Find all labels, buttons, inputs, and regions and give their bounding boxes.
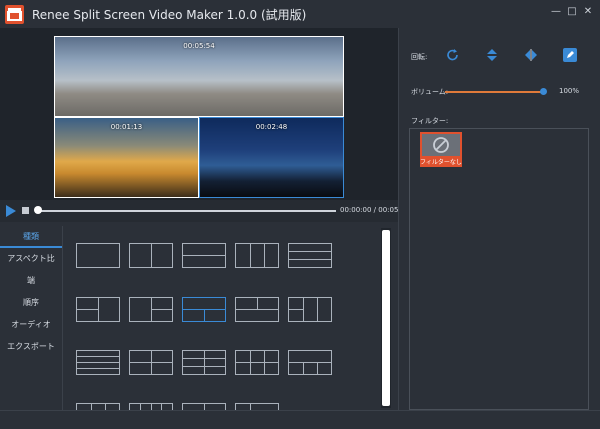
sidebar-item-order[interactable]: 順序 <box>0 292 62 314</box>
pane-timecode: 00:05:54 <box>183 42 215 50</box>
filter-list: フィルターなし <box>409 128 589 410</box>
layout-option[interactable] <box>129 243 173 268</box>
sidebar-item-type[interactable]: 種類 <box>0 226 62 248</box>
layout-option[interactable] <box>288 243 332 268</box>
minimize-button[interactable]: — <box>550 6 562 18</box>
layout-option[interactable] <box>76 297 120 322</box>
title-bar: Renee Split Screen Video Maker 1.0.0 (試用… <box>0 0 600 28</box>
seek-bar[interactable] <box>36 210 336 212</box>
layout-option[interactable] <box>129 297 173 322</box>
layout-grid <box>64 226 376 410</box>
layout-option[interactable] <box>182 403 226 410</box>
layout-option[interactable] <box>235 350 279 375</box>
layout-option[interactable] <box>129 403 173 410</box>
sidebar-item-border[interactable]: 端 <box>0 270 62 292</box>
layout-option[interactable] <box>76 403 120 410</box>
layout-option[interactable] <box>288 297 332 322</box>
video-pane-top[interactable]: 00:05:54 <box>55 37 343 116</box>
sidebar-item-export[interactable]: エクスポート <box>0 336 62 358</box>
split-preview-frame: 00:05:54 00:01:13 00:02:48 <box>54 36 344 198</box>
layout-option-selected[interactable] <box>182 297 226 322</box>
flip-vertical-icon[interactable] <box>484 47 500 63</box>
sidebar-divider <box>62 226 63 410</box>
filter-label: フィルター: <box>411 117 449 125</box>
right-settings-panel: 回転: ボリューム: 100% フィルター: フィルターなし <box>398 28 600 410</box>
filter-name-label[interactable]: フィルターなし <box>420 158 462 167</box>
app-logo-icon <box>5 5 24 24</box>
status-bar <box>0 410 600 429</box>
pane-timecode: 00:02:48 <box>255 123 288 131</box>
playback-controls: 00:00:00 / 00:05:54 <box>0 200 410 222</box>
rotate-clockwise-icon[interactable] <box>445 47 461 63</box>
sidebar-item-audio[interactable]: オーディオ <box>0 314 62 336</box>
layout-option[interactable] <box>182 350 226 375</box>
layout-option[interactable] <box>288 350 332 375</box>
flip-horizontal-icon[interactable] <box>523 47 539 63</box>
filter-thumbnail[interactable] <box>420 132 462 158</box>
pane-timecode: 00:01:13 <box>110 123 143 131</box>
window-title: Renee Split Screen Video Maker 1.0.0 (試用… <box>32 8 307 22</box>
volume-slider-handle[interactable] <box>540 88 547 95</box>
settings-sidebar: 種類 アスペクト比 端 順序 オーディオ エクスポート <box>0 226 62 410</box>
rotate-label: 回転: <box>411 53 428 61</box>
layout-option[interactable] <box>235 297 279 322</box>
edit-pencil-icon[interactable] <box>562 47 578 63</box>
volume-label: ボリューム: <box>411 88 449 96</box>
sidebar-item-aspect-ratio[interactable]: アスペクト比 <box>0 248 62 270</box>
video-pane-bottom-left[interactable]: 00:01:13 <box>55 118 198 197</box>
stop-icon[interactable] <box>22 207 29 214</box>
layout-option[interactable] <box>129 350 173 375</box>
video-preview-area: 00:05:54 00:01:13 00:02:48 <box>0 28 398 200</box>
layout-scrollbar-thumb[interactable] <box>382 230 390 406</box>
no-filter-icon <box>433 137 449 153</box>
volume-value: 100% <box>559 87 580 95</box>
layout-option[interactable] <box>182 243 226 268</box>
layout-option[interactable] <box>235 243 279 268</box>
video-pane-bottom-right[interactable]: 00:02:48 <box>199 117 344 198</box>
volume-slider[interactable] <box>445 91 545 93</box>
layout-option[interactable] <box>76 350 120 375</box>
play-icon[interactable] <box>6 205 16 217</box>
layout-option[interactable] <box>235 403 279 410</box>
close-button[interactable]: ✕ <box>582 6 594 18</box>
layout-option[interactable] <box>76 243 120 268</box>
maximize-button[interactable]: □ <box>566 6 578 18</box>
seek-handle[interactable] <box>34 206 42 214</box>
